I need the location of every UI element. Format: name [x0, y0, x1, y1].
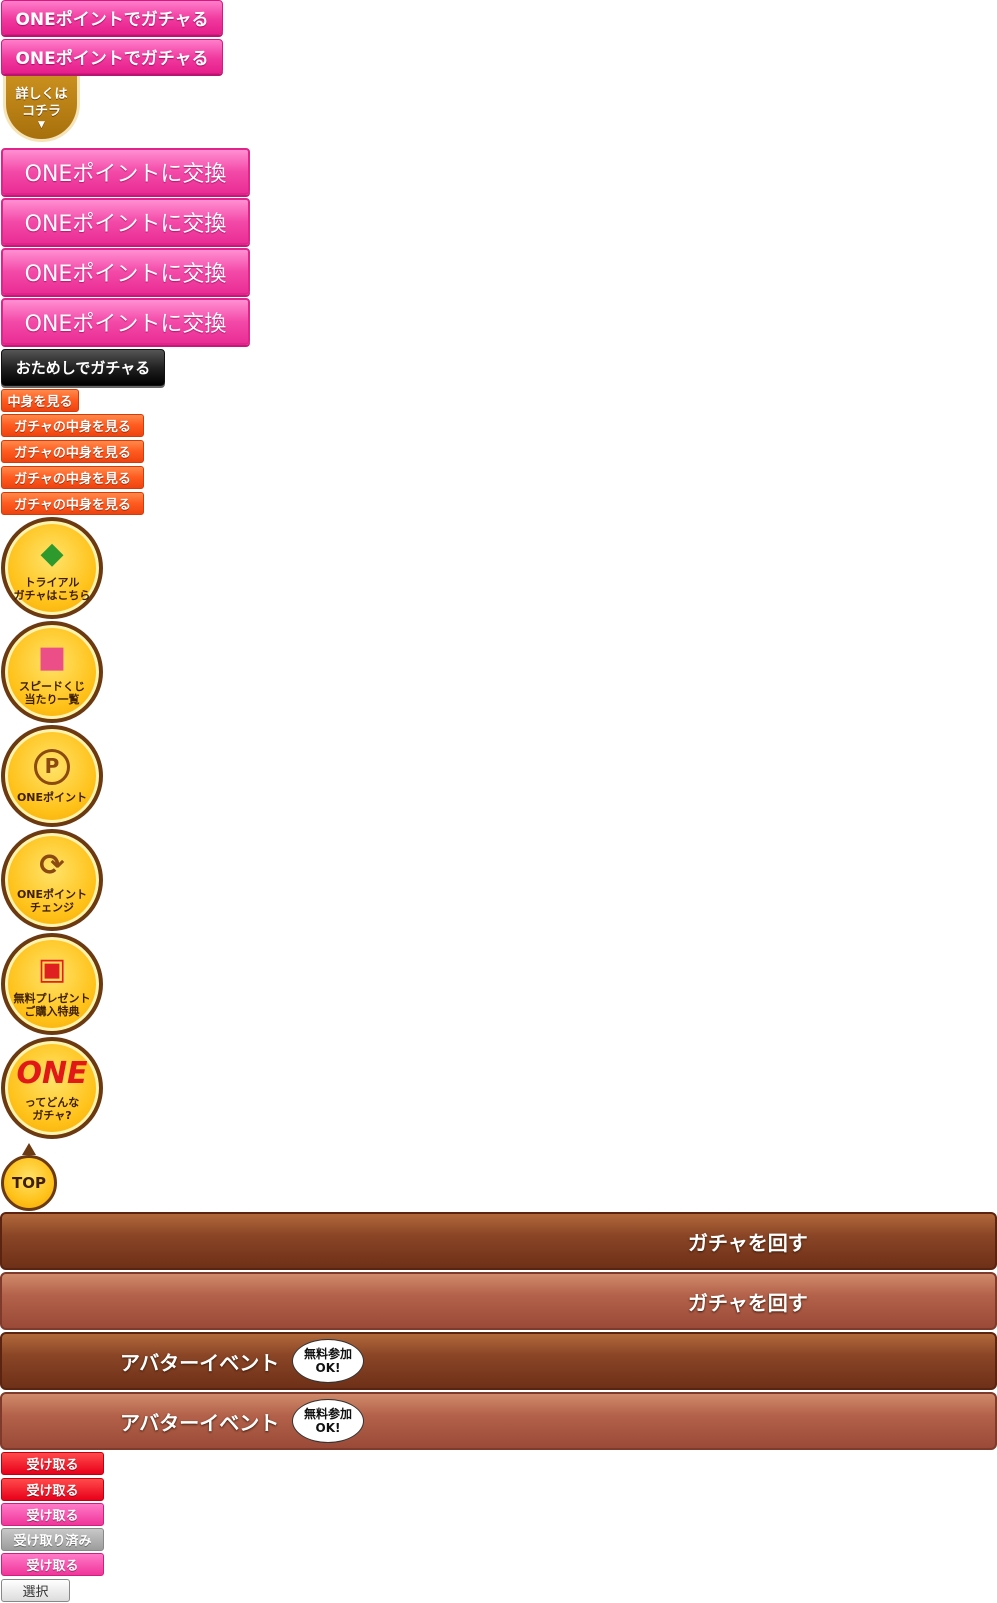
view-gacha-contents-button[interactable]: ガチャの中身を見る: [1, 414, 144, 437]
free-entry-bubble: 無料参加 OK!: [292, 1339, 364, 1383]
point-coin-icon: P: [34, 748, 70, 785]
receive-button[interactable]: 受け取る: [1, 1452, 104, 1475]
free-entry-bubble: 無料参加 OK!: [292, 1399, 364, 1443]
spin-gacha-label: ガチャを回す: [688, 1230, 808, 1255]
exchange-points-button[interactable]: ONEポイントに交換: [1, 248, 250, 295]
circle-label-line1: スピードくじ: [19, 680, 85, 693]
avatar-event-bar-hover[interactable]: アバターイベント 無料参加 OK!: [0, 1392, 997, 1450]
exchange-points-button[interactable]: ONEポイントに交換: [1, 198, 250, 245]
top-label: TOP: [1, 1155, 57, 1211]
avatar-event-bar[interactable]: アバターイベント 無料参加 OK!: [0, 1332, 997, 1390]
details-badge[interactable]: 詳しくは コチラ ▼: [3, 76, 80, 142]
circle-label-line1: ONEポイント: [16, 888, 88, 901]
receive-button[interactable]: 受け取る: [1, 1553, 104, 1576]
avatar-event-label: アバターイベント: [120, 1350, 280, 1375]
circle-label-line1: ってどんな: [24, 1096, 80, 1109]
view-gacha-contents-button[interactable]: ガチャの中身を見る: [1, 440, 144, 463]
gacha-with-points-button[interactable]: ONEポイントでガチャる: [1, 0, 223, 35]
about-one-gacha-circle-button[interactable]: ONE ってどんな ガチャ?: [1, 1037, 103, 1139]
receive-button[interactable]: 受け取る: [1, 1478, 104, 1501]
bubble-line2: OK!: [315, 1421, 341, 1435]
details-badge-line1: 詳しくは: [15, 86, 68, 102]
point-exchange-icon: ⟳: [39, 848, 65, 883]
one-points-circle-button[interactable]: P ONEポイント: [1, 725, 103, 827]
select-button[interactable]: 選択: [1, 1579, 70, 1602]
view-gacha-contents-button[interactable]: ガチャの中身を見る: [1, 492, 144, 515]
bubble-line1: 無料参加: [303, 1347, 352, 1361]
back-to-top-button[interactable]: TOP: [1, 1143, 57, 1211]
one-logo-icon: ONE: [16, 1056, 88, 1091]
speed-lottery-circle-button[interactable]: ■ スピードくじ 当たり一覧: [1, 621, 103, 723]
spin-gacha-bar-hover[interactable]: ガチャを回す: [0, 1272, 997, 1330]
gift-box-icon: ▣: [37, 952, 67, 987]
prize-box-icon: ■: [37, 640, 67, 675]
points-change-circle-button[interactable]: ⟳ ONEポイント チェンジ: [1, 829, 103, 931]
details-badge-line2: コチラ: [21, 103, 61, 119]
circle-label-line2: ご購入特典: [24, 1005, 80, 1018]
trial-gacha-button[interactable]: おためしでガチャる: [1, 349, 165, 386]
exchange-points-button[interactable]: ONEポイントに交換: [1, 298, 250, 345]
circle-label-line2: ガチャはこちら: [13, 589, 91, 602]
bubble-line2: OK!: [315, 1361, 341, 1375]
up-arrow-icon: [22, 1143, 36, 1155]
bubble-line1: 無料参加: [303, 1407, 352, 1421]
spin-gacha-label: ガチャを回す: [688, 1290, 808, 1315]
received-button: 受け取り済み: [1, 1528, 104, 1551]
spin-gacha-bar[interactable]: ガチャを回す: [0, 1212, 997, 1270]
chevron-down-icon: ▼: [38, 119, 45, 130]
avatar-event-label: アバターイベント: [120, 1410, 280, 1435]
trial-gacha-circle-button[interactable]: ◆ トライアル ガチャはこちら: [1, 517, 103, 619]
circle-label-line1: トライアル: [24, 576, 80, 589]
beginner-leaf-icon: ◆: [40, 536, 64, 571]
receive-button[interactable]: 受け取る: [1, 1503, 104, 1526]
view-gacha-contents-button[interactable]: ガチャの中身を見る: [1, 466, 144, 489]
gacha-with-points-button[interactable]: ONEポイントでガチャる: [1, 39, 223, 74]
free-present-circle-button[interactable]: ▣ 無料プレゼント ご購入特典: [1, 933, 103, 1035]
circle-label-line2: ガチャ?: [32, 1109, 72, 1122]
circle-label-line1: ONEポイント: [16, 790, 88, 804]
circle-label-line2: 当たり一覧: [24, 693, 80, 706]
circle-label-line2: チェンジ: [30, 901, 74, 914]
exchange-points-button[interactable]: ONEポイントに交換: [1, 148, 250, 195]
view-contents-button[interactable]: 中身を見る: [1, 389, 79, 412]
circle-label-line1: 無料プレゼント: [13, 992, 91, 1005]
